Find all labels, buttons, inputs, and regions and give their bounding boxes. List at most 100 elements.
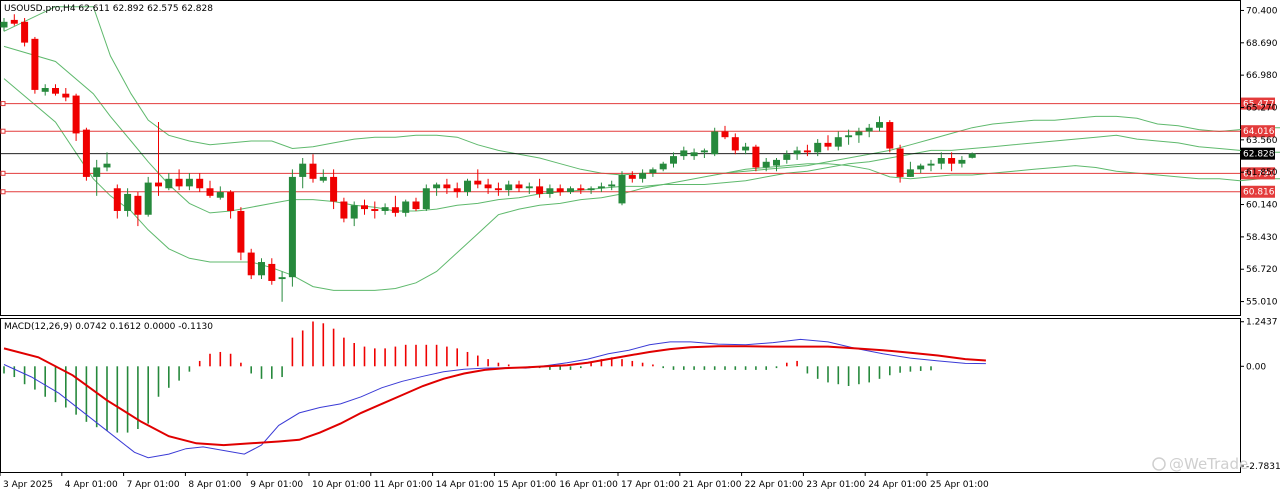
time-tick-label: 15 Apr 01:00	[497, 480, 556, 490]
price-tick-label: 68.690	[1246, 39, 1278, 49]
candle-body	[608, 184, 616, 187]
candle-body	[917, 165, 925, 170]
price-tick-label: 58.430	[1246, 233, 1278, 243]
watermark-text: @WeTrade	[1169, 455, 1248, 473]
candle-body	[422, 188, 430, 210]
candle-body	[124, 193, 132, 211]
candle-body	[536, 186, 544, 194]
time-tick-label: 8 Apr 01:00	[188, 480, 241, 490]
candle-body	[680, 150, 688, 157]
chart-background	[0, 0, 1280, 492]
candle-body	[72, 95, 80, 134]
candle-body	[381, 207, 389, 211]
candle-body	[464, 180, 471, 193]
level-anchor-marker	[0, 170, 6, 176]
candle-body	[340, 201, 348, 219]
candle-body	[216, 192, 224, 198]
candle-body	[876, 122, 883, 128]
level-anchor-marker	[0, 128, 6, 134]
time-tick-label: 25 Apr 01:00	[930, 480, 989, 490]
candle-body	[783, 154, 791, 160]
candle-body	[134, 195, 142, 215]
candle-body	[330, 176, 338, 202]
candle-body	[773, 159, 780, 166]
candle-body	[41, 88, 49, 92]
price-tick-label: 66.980	[1246, 71, 1278, 81]
level-anchor-marker	[0, 189, 6, 195]
price-tick-label: 70.400	[1246, 6, 1278, 16]
candle-body	[288, 176, 296, 278]
candle-body	[731, 137, 739, 151]
candle-body	[113, 188, 121, 211]
candle-body	[567, 188, 574, 193]
candle-body	[484, 184, 492, 189]
candle-body	[845, 135, 853, 138]
candle-body	[21, 21, 29, 43]
candle-body	[762, 161, 770, 168]
candle-body	[711, 131, 719, 155]
candle-body	[247, 252, 255, 276]
candle-body	[546, 188, 554, 194]
candle-body	[309, 163, 317, 179]
candle-body	[803, 150, 811, 153]
candle-body	[814, 142, 822, 153]
time-tick-label: 16 Apr 01:00	[559, 480, 618, 490]
candle-body	[742, 146, 750, 151]
candle-body	[927, 163, 935, 166]
candle-body	[237, 210, 245, 253]
macd-tick-label: 1.2437	[1246, 318, 1278, 328]
candle-body	[361, 205, 368, 210]
candle-body	[834, 137, 842, 147]
candle-body	[824, 142, 832, 147]
time-tick-label: 9 Apr 01:00	[250, 480, 303, 490]
candle-body	[350, 205, 358, 219]
candle-body	[82, 129, 90, 177]
candle-body	[268, 263, 276, 281]
candle-body	[31, 38, 39, 90]
candle-body	[62, 93, 70, 98]
candle-body	[93, 167, 101, 177]
candle-body	[185, 178, 193, 187]
candle-body	[556, 188, 564, 193]
price-tick-label: 56.720	[1246, 265, 1278, 275]
candle-body	[721, 131, 729, 138]
candle-body	[896, 148, 904, 177]
macd-tick-label: -2.7831	[1246, 462, 1280, 472]
time-tick-label: 17 Apr 01:00	[621, 480, 680, 490]
time-tick-label: 3 Apr 2025	[3, 480, 53, 490]
current-price-label: 62.828	[1243, 150, 1275, 160]
candle-body	[227, 192, 235, 211]
candle-body	[659, 163, 667, 170]
candle-body	[597, 186, 605, 189]
candle-body	[577, 188, 585, 191]
candle-body	[628, 175, 636, 179]
time-tick-label: 4 Apr 01:00	[65, 480, 118, 490]
candle-body	[453, 188, 461, 193]
candle-body	[196, 178, 204, 189]
candle-body	[103, 163, 111, 168]
candle-body	[319, 176, 327, 181]
price-tick-label: 65.270	[1246, 103, 1278, 113]
candle-body	[649, 169, 657, 174]
candle-body	[670, 156, 677, 164]
time-tick-label: 10 Apr 01:00	[312, 480, 371, 490]
level-price-label: 60.816	[1243, 188, 1275, 198]
price-tick-label: 61.850	[1246, 168, 1278, 178]
candle-body	[855, 131, 863, 136]
candle-body	[433, 184, 441, 189]
candle-body	[10, 19, 18, 24]
candle-body	[299, 163, 307, 177]
candle-body	[618, 175, 626, 204]
candle-body	[587, 188, 595, 191]
candle-body	[52, 88, 59, 94]
candle-body	[886, 122, 894, 149]
candle-body	[412, 201, 420, 210]
level-anchor-marker	[0, 101, 6, 107]
macd-tick-label: 0.00	[1246, 362, 1266, 372]
candle-body	[515, 184, 523, 189]
candle-body	[258, 262, 265, 276]
time-tick-label: 11 Apr 01:00	[374, 480, 433, 490]
trading-chart[interactable]: 65.47764.01661.79060.81662.828 70.40068.…	[0, 0, 1280, 492]
candle-body	[525, 186, 533, 189]
candle-body	[690, 152, 698, 157]
